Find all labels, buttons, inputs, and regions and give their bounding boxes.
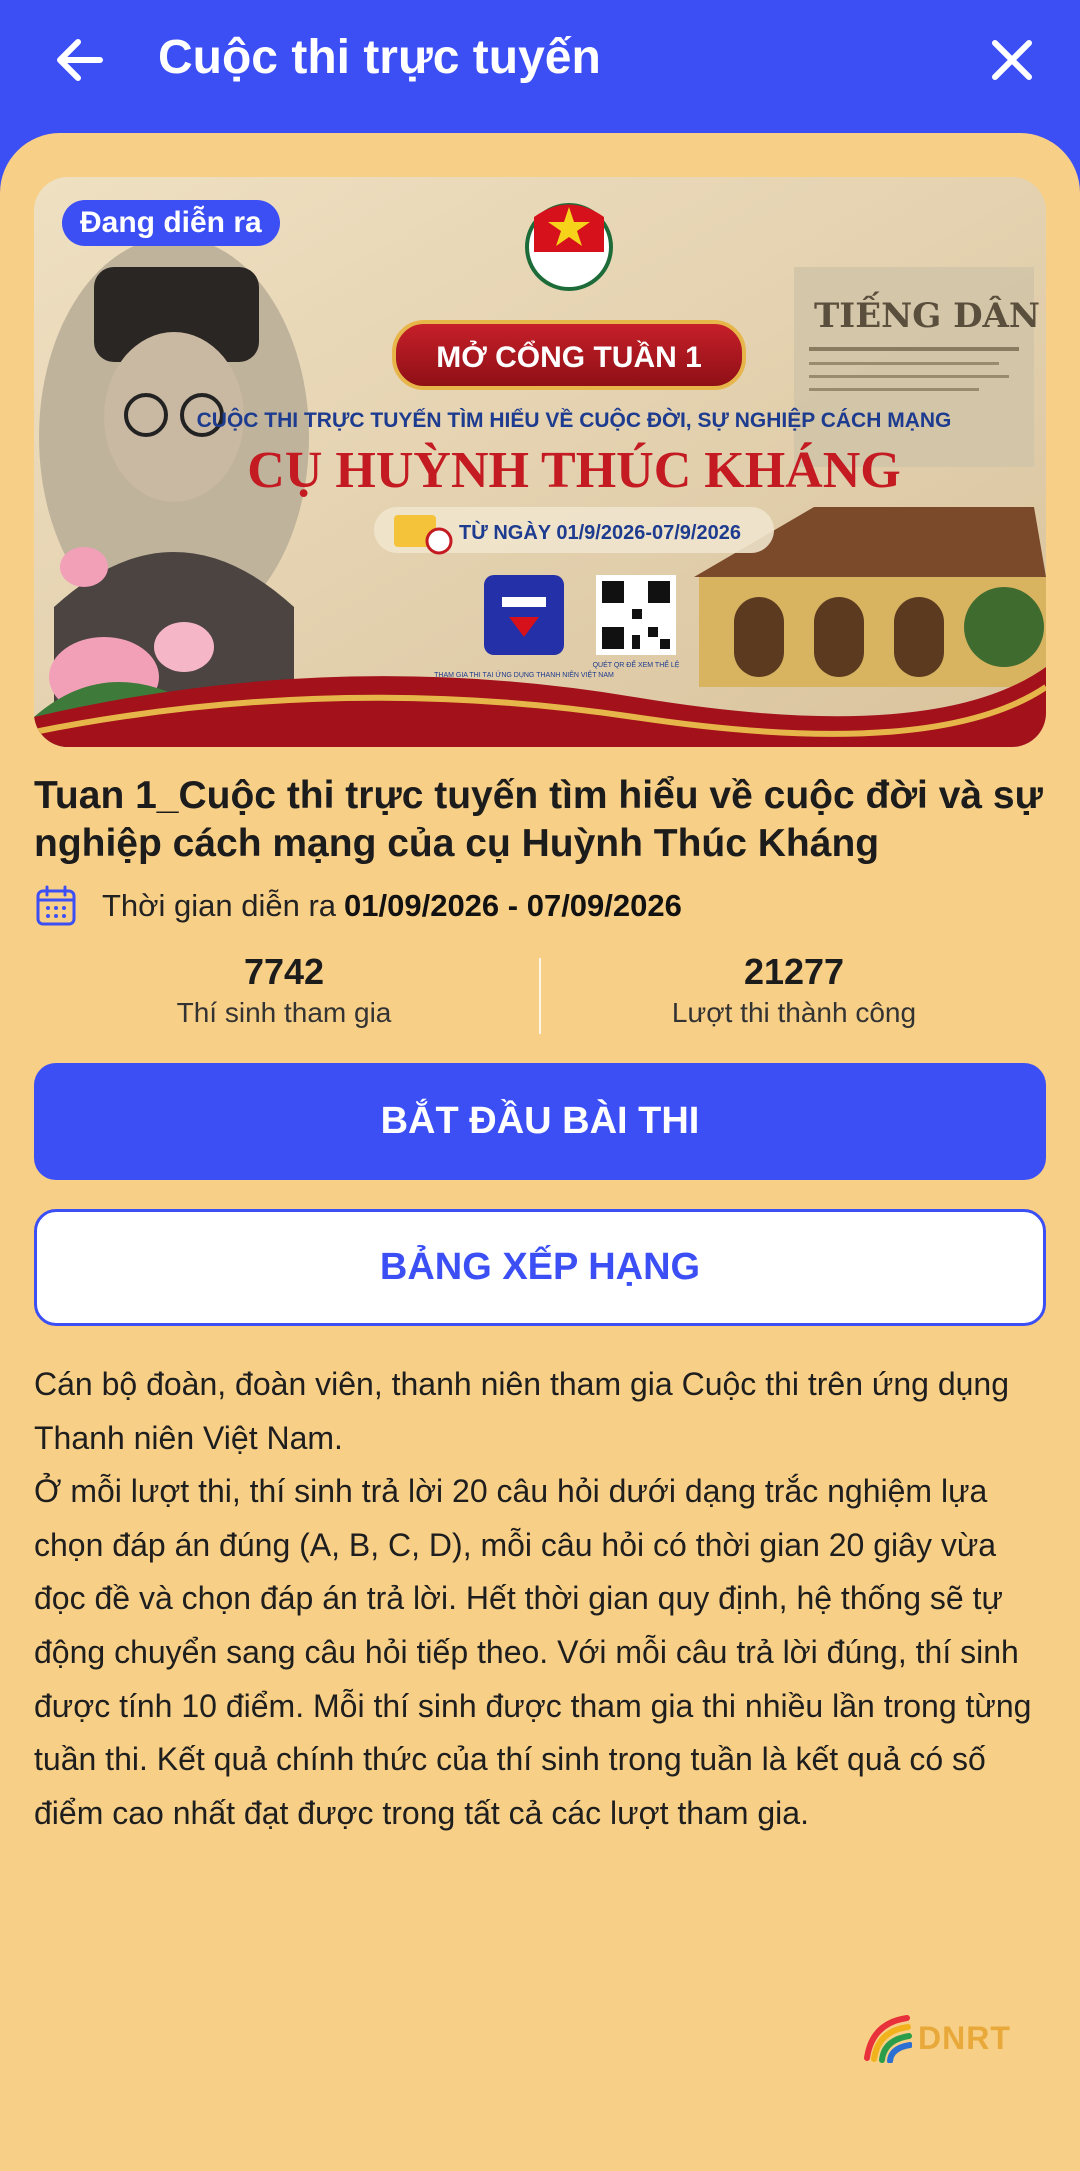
start-exam-button[interactable]: BẮT ĐẦU BÀI THI [34, 1063, 1046, 1180]
description-paragraph: Ở mỗi lượt thi, thí sinh trả lời 20 câu … [34, 1473, 1032, 1831]
qr-code-image: QUÉT QR ĐỂ XEM THỂ LỆ [593, 575, 680, 669]
arrow-left-icon [57, 39, 103, 81]
close-button[interactable] [980, 28, 1044, 92]
contest-banner: TIẾNG DÂN MỞ CỔNG TUẦN 1 CUỘC THI TRỰC T… [34, 177, 1046, 747]
stats-divider [539, 958, 541, 1034]
close-icon [992, 40, 1032, 80]
dnrt-logo: DNRT [862, 2012, 1011, 2064]
page-title: Cuộc thi trực tuyến [158, 31, 601, 84]
ranking-button[interactable]: BẢNG XẾP HẠNG [34, 1209, 1046, 1326]
completed-stat: 21277 Lượt thi thành công [544, 950, 1044, 1032]
dnrt-logo-icon [864, 2015, 912, 2063]
completed-label: Lượt thi thành công [671, 997, 917, 1028]
participants-value: 7742 [243, 951, 325, 992]
time-range: 01/09/2026 - 07/09/2026 [344, 888, 682, 923]
completed-value: 21277 [743, 951, 845, 992]
status-badge: Đang diễn ra [62, 200, 280, 246]
contest-time-row: Thời gian diễn ra 01/09/2026 - 07/09/202… [34, 882, 682, 930]
banner-date-pill: TỪ NGÀY 01/9/2026-07/9/2026 [374, 507, 774, 555]
contest-description: Cán bộ đoàn, đoàn viên, thanh niên tham … [34, 1358, 1054, 1840]
contest-title: Tuan 1_Cuộc thi trực tuyến tìm hiểu về c… [34, 774, 1043, 865]
calendar-icon [36, 885, 76, 926]
svg-text:TỪ NGÀY 01/9/2026-07/9/2026: TỪ NGÀY 01/9/2026-07/9/2026 [459, 520, 741, 544]
participants-label: Thí sinh tham gia [176, 997, 392, 1028]
svg-text:TIẾNG DÂN: TIẾNG DÂN [814, 291, 1040, 336]
description-paragraph: Cán bộ đoàn, đoàn viên, thanh niên tham … [34, 1366, 1009, 1456]
youth-union-emblem [525, 203, 613, 291]
participants-stat: 7742 Thí sinh tham gia [34, 950, 534, 1032]
dnrt-logo-text: DNRT [918, 2019, 1011, 2056]
svg-text:THAM GIA THI TẠI ỨNG DỤNG THAN: THAM GIA THI TẠI ỨNG DỤNG THANH NIÊN VIỆ… [434, 670, 614, 679]
svg-text:QUÉT QR ĐỂ XEM THỂ LỆ: QUÉT QR ĐỂ XEM THỂ LỆ [593, 660, 680, 669]
stats-panel: 7742 Thí sinh tham gia 21277 Lượt thi th… [34, 950, 1046, 1034]
headline-plaque: MỞ CỔNG TUẦN 1 [392, 320, 746, 390]
back-button[interactable] [48, 28, 112, 92]
banner-name: CỤ HUỲNH THÚC KHÁNG [247, 441, 900, 499]
newspaper-image: TIẾNG DÂN [794, 267, 1040, 467]
top-bar: Cuộc thi trực tuyến [0, 0, 1080, 135]
banner-subtitle: CUỘC THI TRỰC TUYẾN TÌM HIỂU VỀ CUỘC ĐỜI… [197, 408, 952, 432]
svg-text:MỞ CỔNG TUẦN 1: MỞ CỔNG TUẦN 1 [436, 340, 702, 374]
time-label: Thời gian diễn ra [102, 888, 337, 923]
